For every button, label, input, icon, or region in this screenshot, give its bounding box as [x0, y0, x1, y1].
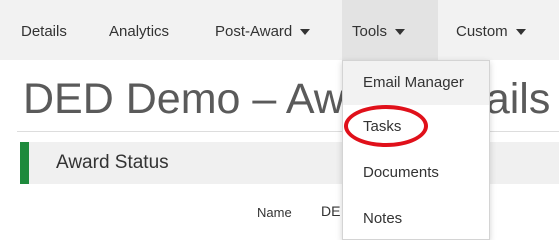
chevron-down-icon [300, 29, 311, 36]
award-status-heading: Award Status [56, 152, 169, 173]
name-label: Name [257, 205, 292, 220]
menu-item-documents[interactable]: Documents [343, 151, 489, 195]
menu-item-email-manager[interactable]: Email Manager [343, 61, 489, 105]
section-accent-bar [20, 142, 29, 184]
nav-custom-label: Custom [456, 23, 508, 40]
chevron-down-icon [395, 29, 406, 36]
nav-post-award[interactable]: Post-Award [215, 0, 311, 60]
chevron-down-icon [515, 29, 526, 36]
nav-tools[interactable]: Tools [342, 0, 438, 60]
nav-details-label: Details [21, 23, 67, 40]
nav-custom[interactable]: Custom [456, 0, 526, 60]
nav-analytics-label: Analytics [109, 23, 170, 40]
nav-details[interactable]: Details [21, 0, 67, 60]
menu-item-notes[interactable]: Notes [343, 197, 489, 240]
nav-analytics[interactable]: Analytics [109, 0, 169, 60]
nav-post-award-label: Post-Award [215, 23, 293, 40]
menu-item-tasks[interactable]: Tasks [343, 105, 489, 149]
nav-tools-label: Tools [352, 23, 388, 40]
name-value: DE [321, 203, 341, 219]
top-nav-bar: Details Analytics Post-Award Tools Custo… [0, 0, 559, 60]
tools-dropdown-menu: Email Manager Tasks Documents Notes [342, 60, 490, 240]
